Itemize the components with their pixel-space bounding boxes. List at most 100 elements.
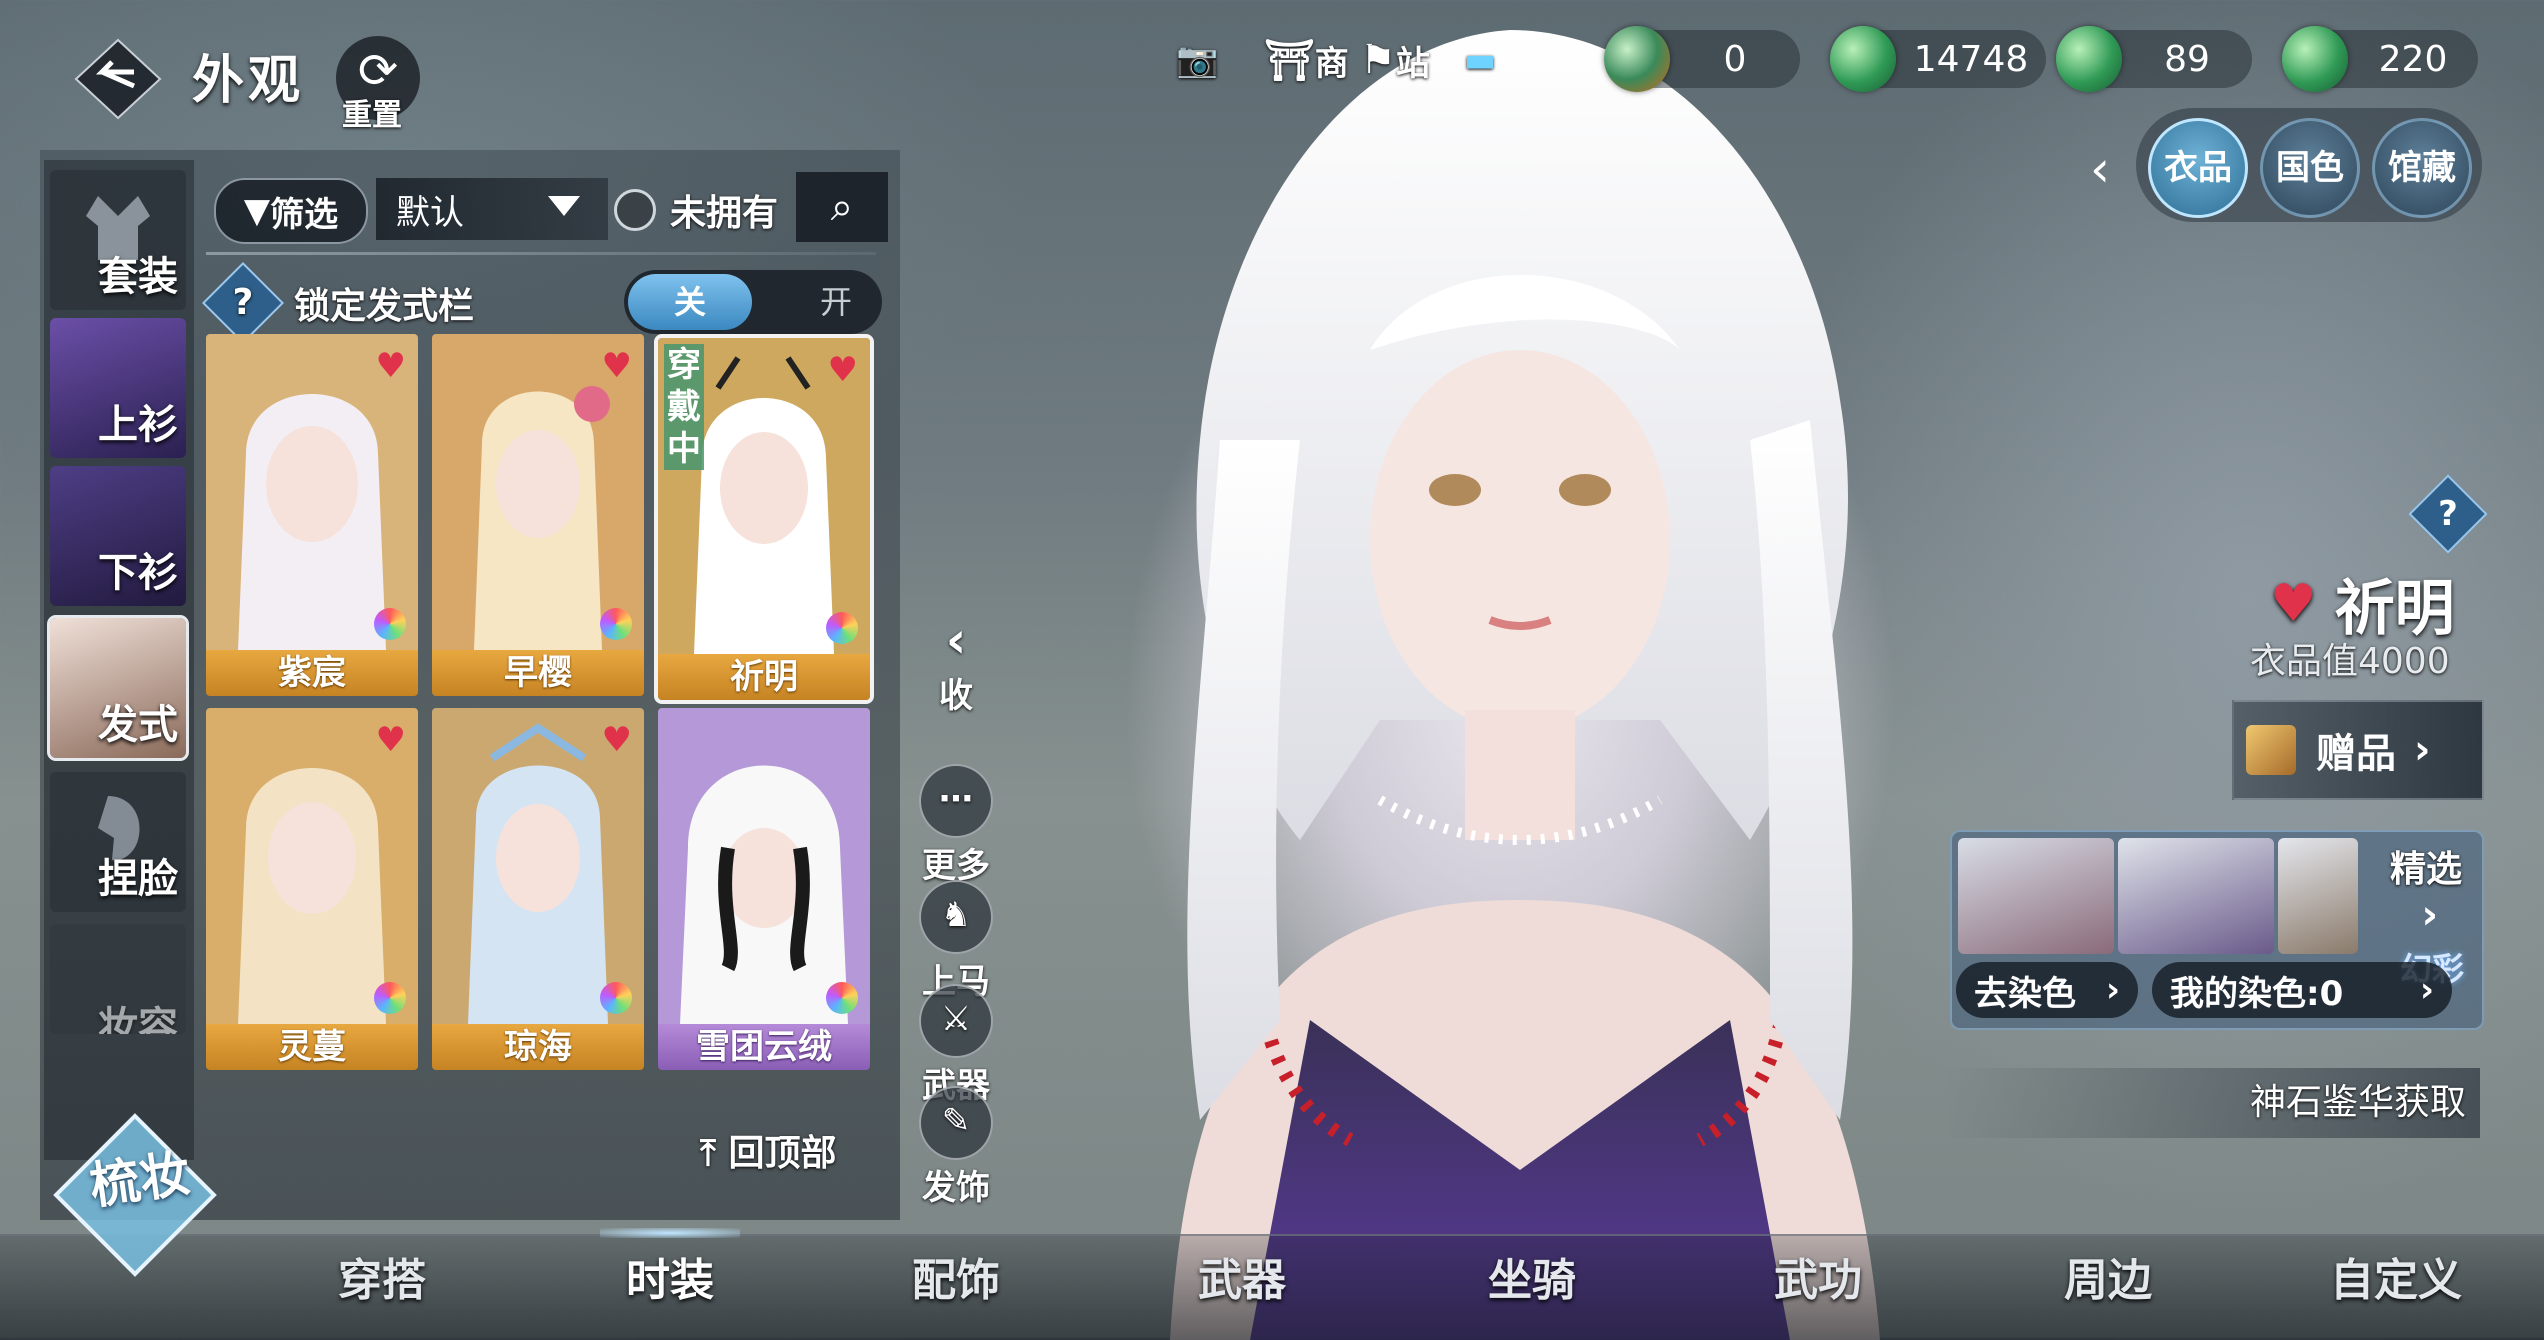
sort-dropdown[interactable]: 默认 [376, 178, 608, 240]
category-label: 妆容 [98, 1004, 178, 1034]
dye-panel: 精选 › 幻彩 去染色› 我的染色:0› [1950, 830, 2484, 1030]
back-to-top-button[interactable]: ⤒ 回顶部 [700, 1124, 836, 1176]
hairstyle-card[interactable]: ♥ 琼海 [432, 708, 644, 1070]
search-icon: ⌕ [830, 184, 854, 230]
category-hairstyle[interactable]: 发式 [47, 615, 189, 761]
hairstyle-card-selected[interactable]: 穿戴中 ♥ 祈明 [654, 334, 874, 704]
gift-button[interactable]: 赠品 › [2232, 700, 2484, 800]
green-coin-icon [1830, 26, 1896, 92]
category-top[interactable]: 上衫 [50, 318, 186, 458]
page-title: 外观 [192, 51, 305, 111]
tab-yipin[interactable]: 衣品 [2148, 118, 2248, 218]
shop-button[interactable]: ⛩ 商 [1264, 28, 1349, 92]
item-value: 衣品值4000 [2250, 641, 2450, 682]
toggle-on-option: 开 [819, 283, 852, 321]
reset-button[interactable]: ⟳ 重置 [336, 36, 420, 133]
dye-preview-1[interactable] [1958, 838, 2114, 954]
more-icon: ⋯ [919, 764, 993, 838]
help-icon[interactable]: ? [2408, 474, 2488, 554]
heart-icon: ♥ [601, 720, 632, 760]
back-to-top-label: 回顶部 [728, 1133, 837, 1174]
divider [206, 252, 876, 255]
grooming-badge[interactable]: 梳妆 [50, 1110, 220, 1280]
hairpin-icon: ✎ [919, 1086, 993, 1160]
lock-hair-toggle[interactable]: 关 开 [624, 270, 882, 334]
arrow-up-icon: ⤒ [700, 1133, 716, 1174]
hair-accessory-button[interactable]: ✎ 发饰 [908, 1086, 1004, 1209]
station-label: 站 [1395, 43, 1430, 84]
category-face[interactable]: 捏脸 [50, 772, 186, 912]
tab-guose[interactable]: 国色 [2260, 118, 2360, 218]
currency-jade[interactable]: 0 [1604, 26, 1800, 92]
character-model [1170, 30, 1880, 1340]
hairstyle-card[interactable]: 雪团云绒 [658, 708, 870, 1070]
dye-icon [374, 608, 406, 640]
source-text[interactable]: 神石鉴华获取 [1944, 1068, 2480, 1138]
currency-coin-3[interactable]: 220 [2282, 26, 2478, 92]
category-label: 上衫 [98, 402, 178, 448]
green-coin-icon [2282, 26, 2348, 92]
dye-preview-3[interactable] [2278, 838, 2358, 954]
help-icon[interactable]: ? [201, 261, 285, 345]
chevron-right-icon: › [2419, 970, 2434, 1010]
sort-value: 默认 [396, 192, 464, 233]
chat-button[interactable]: ▬ [1464, 28, 1496, 92]
heart-icon: ♥ [375, 346, 406, 386]
nav-weapon[interactable]: 武器 [1198, 1244, 1286, 1308]
category-suit[interactable]: 套装 [50, 170, 186, 310]
dye-icon [826, 982, 858, 1014]
hairstyle-name: 雪团云绒 [658, 1024, 870, 1070]
chevron-left-icon: ‹ [945, 611, 967, 669]
collapse-button[interactable]: ‹ 收 [908, 612, 1004, 717]
dye-icon [374, 982, 406, 1014]
category-label: 套装 [98, 254, 178, 300]
dye-icon [600, 982, 632, 1014]
go-dye-button[interactable]: 去染色 › [1956, 962, 2138, 1018]
tab-guancang[interactable]: 馆藏 [2372, 118, 2472, 218]
dye-icon [826, 612, 858, 644]
chevron-right-icon[interactable]: › [2422, 892, 2438, 938]
right-tab-group: 衣品 国色 馆藏 [2136, 108, 2482, 222]
hairstyle-name: 琼海 [432, 1024, 644, 1070]
nav-custom[interactable]: 自定义 [2330, 1244, 2462, 1308]
category-makeup[interactable]: 妆容 [50, 924, 186, 1034]
hairstyle-card[interactable]: ♥ 紫宸 [206, 334, 418, 696]
funnel-icon: ▼ [243, 191, 271, 231]
heart-icon[interactable]: ♥ [2270, 574, 2317, 634]
gift-icon [2246, 725, 2296, 775]
camera-button[interactable]: 📷 [1176, 28, 1218, 92]
dye-preview-2[interactable] [2118, 838, 2274, 954]
wearing-badge: 穿戴中 [664, 344, 704, 470]
station-button[interactable]: ⚑ 站 [1360, 28, 1430, 92]
featured-label[interactable]: 精选 [2390, 840, 2462, 892]
nav-outfit[interactable]: 穿搭 [338, 1244, 426, 1308]
heart-icon: ♥ [601, 346, 632, 386]
more-button[interactable]: ⋯ 更多 [908, 764, 1004, 887]
not-owned-checkbox[interactable]: 未拥有 [614, 180, 778, 240]
category-label: 发式 [98, 702, 178, 748]
hairstyle-card[interactable]: ♥ 早樱 [432, 334, 644, 696]
lock-hair-row: ? 锁定发式栏 [201, 261, 475, 345]
collapse-label: 收 [939, 676, 973, 716]
chevron-left-icon[interactable]: ‹ [2090, 140, 2110, 198]
reset-label: 重置 [342, 98, 402, 133]
hair-accessory-label: 发饰 [922, 1168, 990, 1208]
filter-button[interactable]: ▼ 筛选 [214, 178, 368, 244]
nav-merch[interactable]: 周边 [2064, 1244, 2152, 1308]
currency-coin-2[interactable]: 89 [2056, 26, 2252, 92]
radio-icon [614, 189, 656, 231]
nav-martial[interactable]: 武功 [1774, 1244, 1862, 1308]
search-button[interactable]: ⌕ [796, 172, 888, 242]
hairstyle-name: 紫宸 [206, 650, 418, 696]
my-dye-button[interactable]: 我的染色:0 › [2152, 962, 2452, 1018]
nav-accessory[interactable]: 配饰 [912, 1244, 1000, 1308]
category-bottom[interactable]: 下衫 [50, 466, 186, 606]
station-icon: ⚑ [1360, 37, 1396, 83]
hairstyle-card[interactable]: ♥ 灵蔓 [206, 708, 418, 1070]
nav-mount[interactable]: 坐骑 [1488, 1244, 1576, 1308]
nav-fashion[interactable]: 时装 [626, 1244, 714, 1308]
back-button[interactable] [72, 36, 164, 122]
gift-label: 赠品 [2316, 731, 2396, 777]
currency-coin-1[interactable]: 14748 [1830, 26, 2046, 92]
lock-hair-label: 锁定发式栏 [294, 286, 475, 327]
